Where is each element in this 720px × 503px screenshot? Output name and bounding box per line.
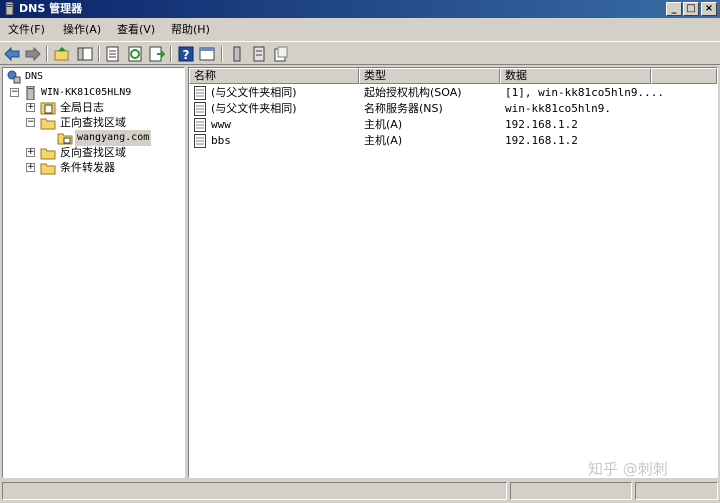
menu-bar: 文件(F) 操作(A) 查看(V) 帮助(H) [0, 19, 720, 41]
collapse-server-button[interactable]: − [10, 88, 19, 97]
folder-open-icon [40, 118, 56, 130]
server-icon[interactable] [228, 45, 246, 63]
log-folder-icon [40, 102, 56, 115]
tree-pane[interactable]: DNS − WIN-KK81C05HLN9 + 全局日志 − 正向查找区域 wa… [2, 67, 185, 478]
zone-icon[interactable] [272, 45, 290, 63]
window-title: DNS 管理器 [19, 2, 83, 15]
column-header-filler [651, 68, 717, 84]
forward-icon[interactable] [24, 45, 42, 63]
tree-forward-zones-label: 正向查找区域 [60, 116, 126, 129]
toolbar: ? [0, 41, 720, 65]
list-icon[interactable] [250, 45, 268, 63]
expand-reverse-zones-button[interactable]: + [26, 148, 35, 157]
svg-text:?: ? [183, 48, 190, 62]
help-icon[interactable]: ? [177, 45, 195, 63]
record-name: www [211, 118, 231, 131]
table-row[interactable]: bbs 主机(A) 192.168.1.2 [189, 133, 717, 149]
table-row[interactable]: (与父文件夹相同) 起始授权机构(SOA) [1], win-kk81co5hl… [189, 85, 717, 101]
record-icon [194, 134, 206, 148]
tree-conditional-forwarders-label: 条件转发器 [60, 161, 115, 174]
list-header: 名称 类型 数据 [189, 68, 717, 84]
up-folder-icon[interactable] [53, 45, 71, 63]
properties-view-icon[interactable] [198, 45, 216, 63]
maximize-button[interactable]: □ [683, 2, 699, 16]
table-row[interactable]: (与父文件夹相同) 名称服务器(NS) win-kk81co5hln9. [189, 101, 717, 117]
menu-action[interactable]: 操作(A) [63, 23, 101, 37]
record-data: win-kk81co5hln9. [505, 102, 611, 115]
tree-global-logs[interactable]: + 全局日志 [3, 100, 184, 116]
export-icon[interactable] [148, 45, 166, 63]
record-type: 起始授权机构(SOA) [364, 86, 462, 99]
dns-app-icon [5, 2, 14, 15]
record-data: 192.168.1.2 [505, 134, 578, 147]
server-icon [26, 86, 35, 100]
tree-forward-zones[interactable]: − 正向查找区域 [3, 115, 184, 131]
folder-icon [40, 163, 56, 175]
watermark-text: 知乎 @刺刺 [588, 460, 668, 478]
record-icon [194, 118, 206, 132]
expand-global-logs-button[interactable]: + [26, 103, 35, 112]
record-data: 192.168.1.2 [505, 118, 578, 131]
record-name: (与父文件夹相同) [211, 102, 297, 115]
export-list-icon[interactable] [104, 45, 122, 63]
tree-server-label: WIN-KK81C05HLN9 [41, 87, 132, 98]
record-type: 主机(A) [364, 134, 403, 147]
tree-reverse-zones-label: 反向查找区域 [60, 146, 126, 159]
record-list-pane[interactable]: 名称 类型 数据 (与父文件夹相同) 起始授权机构(SOA) [1], win-… [188, 67, 718, 478]
tree-reverse-zones[interactable]: + 反向查找区域 [3, 145, 184, 161]
dns-root-icon [7, 70, 21, 84]
folder-icon [40, 148, 56, 160]
close-button[interactable]: × [701, 2, 717, 16]
refresh-icon[interactable] [126, 45, 144, 63]
record-name: bbs [211, 134, 231, 147]
tree-server[interactable]: − WIN-KK81C05HLN9 [3, 85, 184, 101]
column-header-type[interactable]: 类型 [359, 68, 500, 84]
collapse-forward-zones-button[interactable]: − [26, 118, 35, 127]
tree-root-label: DNS [25, 71, 44, 82]
column-header-data[interactable]: 数据 [500, 68, 651, 84]
minimize-button[interactable]: _ [666, 2, 682, 16]
tree-global-logs-label: 全局日志 [60, 101, 104, 114]
menu-file[interactable]: 文件(F) [8, 23, 45, 37]
show-hide-tree-icon[interactable] [76, 45, 94, 63]
status-cell-middle [510, 482, 632, 500]
record-data: [1], win-kk81co5hln9.... [505, 86, 664, 99]
expand-conditional-forwarders-button[interactable]: + [26, 163, 35, 172]
status-cell-main [2, 482, 507, 500]
menu-view[interactable]: 查看(V) [117, 23, 155, 37]
tree-root-dns[interactable]: DNS [3, 69, 184, 85]
record-type: 名称服务器(NS) [364, 102, 443, 115]
record-icon [194, 86, 206, 100]
status-bar [0, 480, 720, 503]
tree-conditional-forwarders[interactable]: + 条件转发器 [3, 160, 184, 176]
status-cell-right [635, 482, 718, 500]
record-name: (与父文件夹相同) [211, 86, 297, 99]
tree-zone-selected[interactable]: wangyang.com [3, 130, 184, 146]
table-row[interactable]: www 主机(A) 192.168.1.2 [189, 117, 717, 133]
menu-help[interactable]: 帮助(H) [171, 23, 210, 37]
column-header-name[interactable]: 名称 [189, 68, 359, 84]
record-type: 主机(A) [364, 118, 403, 131]
back-icon[interactable] [3, 45, 21, 63]
record-icon [194, 102, 206, 116]
title-bar: DNS 管理器 _ □ × [0, 0, 720, 18]
zone-file-icon [57, 133, 73, 145]
tree-zone-label: wangyang.com [75, 130, 152, 146]
